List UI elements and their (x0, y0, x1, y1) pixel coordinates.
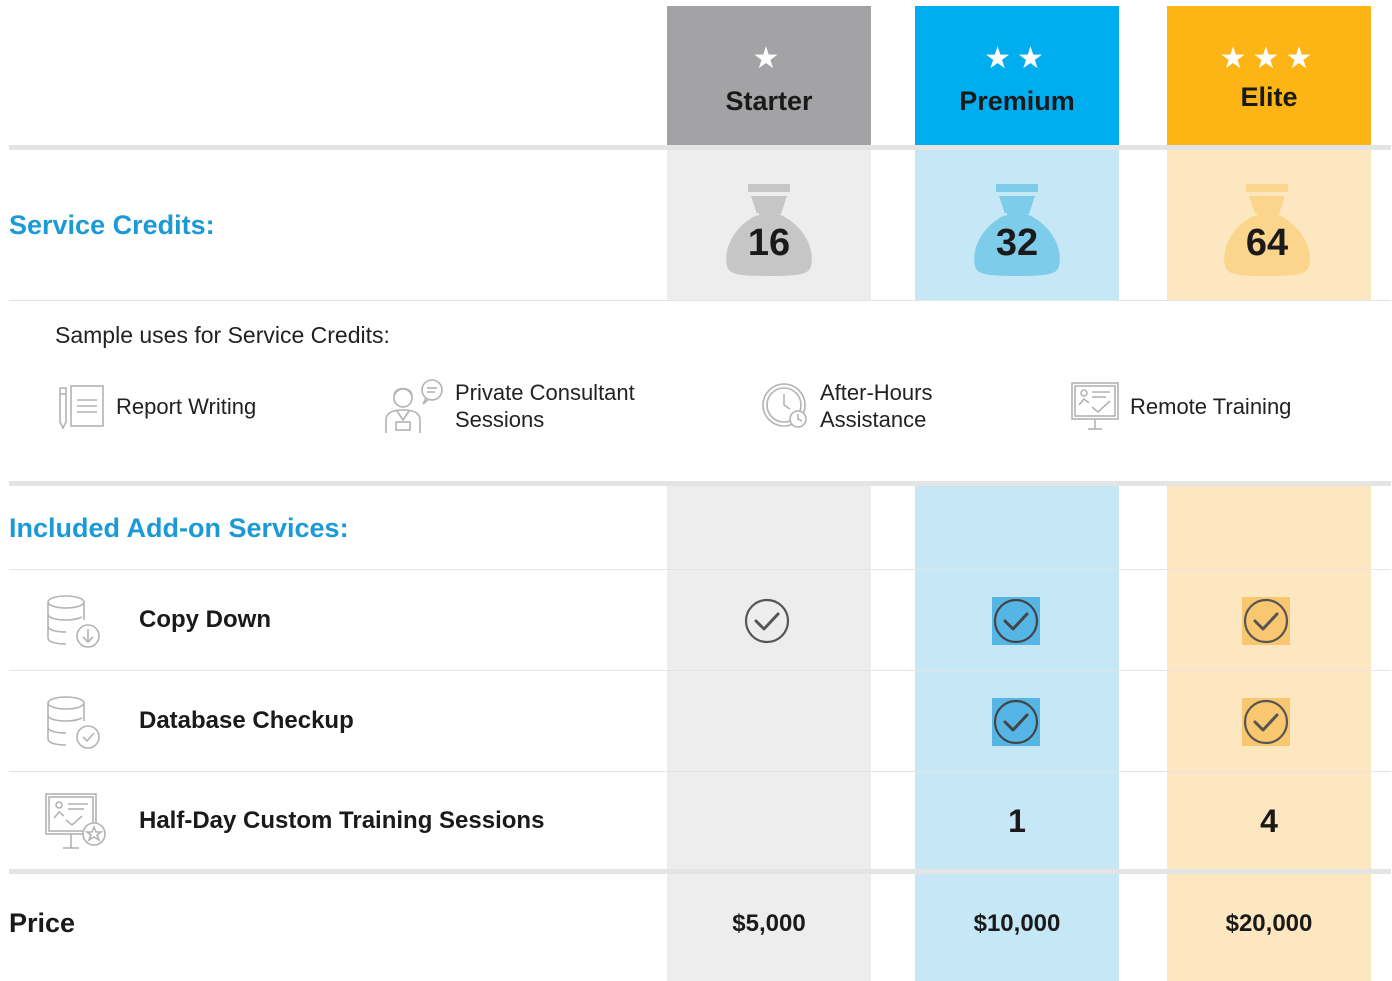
credits-value: 16 (747, 222, 791, 264)
addon-label-copy-down: Copy Down (139, 606, 271, 633)
check-cell-elite (1242, 597, 1290, 645)
star-icon: ★★★ (1219, 42, 1319, 75)
credits-value: 32 (995, 222, 1039, 264)
sample-use-label: Remote Training (1130, 393, 1292, 419)
divider (9, 481, 1391, 486)
check-icon (744, 598, 790, 644)
training-count-elite: 4 (1260, 803, 1278, 839)
tier-header-starter: ★ Starter (667, 6, 871, 146)
divider (9, 300, 1391, 301)
sample-uses-title: Sample uses for Service Credits: (55, 322, 390, 348)
divider (9, 670, 1391, 671)
sample-use-label: Assistance (820, 407, 927, 432)
check-icon (993, 699, 1039, 745)
addon-label-database-checkup: Database Checkup (139, 707, 354, 734)
report-icon (59, 385, 104, 430)
check-icon (993, 598, 1039, 644)
sample-use-label: After-Hours (820, 380, 933, 405)
tier-name: Premium (959, 86, 1075, 116)
addons-label: Included Add-on Services: (9, 513, 349, 543)
star-icon: ★ (752, 42, 786, 75)
tier-header-elite: ★★★ Elite (1167, 6, 1371, 146)
price-elite: $20,000 (1225, 910, 1313, 937)
tier-header-premium: ★★ Premium (915, 6, 1119, 146)
check-icon (1243, 598, 1289, 644)
presentation-icon (1071, 382, 1119, 430)
addon-label-training-sessions: Half-Day Custom Training Sessions (139, 807, 545, 834)
sample-use-remote-training: Remote Training (1070, 378, 1291, 434)
database-download-icon (47, 595, 100, 648)
divider (9, 869, 1391, 874)
sample-use-after-hours: After-Hours Assistance (760, 378, 932, 434)
check-cell-premium (992, 698, 1040, 746)
training-count-premium: 1 (1008, 803, 1026, 839)
price-premium: $10,000 (973, 910, 1061, 937)
tier-name: Starter (725, 86, 813, 116)
consultant-icon (385, 379, 443, 433)
check-cell-elite (1242, 698, 1290, 746)
training-star-icon (45, 793, 106, 849)
credit-bag-starter: 16 (719, 180, 819, 280)
star-icon: ★★ (984, 42, 1050, 75)
clock-icon (762, 383, 807, 428)
price-starter: $5,000 (732, 910, 806, 937)
divider (9, 145, 1391, 150)
credits-value: 64 (1245, 222, 1289, 264)
sample-use-label: Private Consultant (455, 380, 635, 405)
divider (9, 569, 1391, 570)
divider (9, 771, 1391, 772)
service-credits-label: Service Credits: (9, 210, 215, 240)
price-label: Price (9, 908, 76, 938)
tier-name: Elite (1240, 82, 1298, 112)
credit-bag-premium: 32 (967, 180, 1067, 280)
check-icon (1243, 699, 1289, 745)
check-cell-premium (992, 597, 1040, 645)
credit-bag-elite: 64 (1217, 180, 1317, 280)
sample-use-label: Sessions (455, 407, 545, 432)
sample-use-report-writing: Report Writing (58, 378, 256, 434)
sample-use-private-consultant: Private Consultant Sessions (383, 378, 635, 434)
database-check-icon (47, 696, 100, 749)
sample-use-label: Report Writing (116, 393, 257, 419)
